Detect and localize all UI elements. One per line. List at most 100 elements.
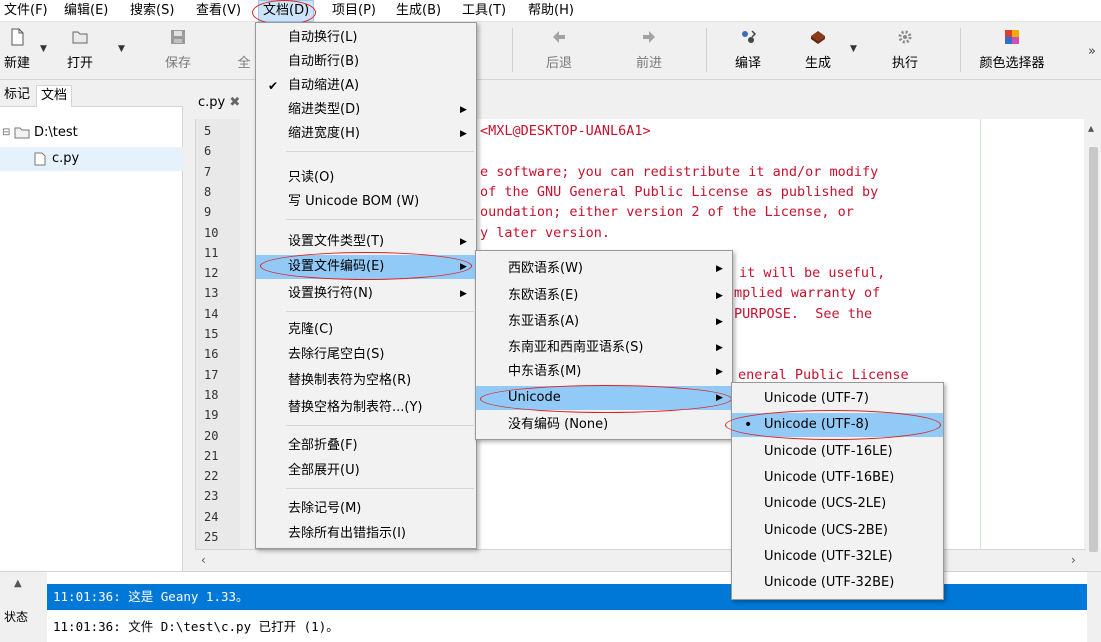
line-number: 16 bbox=[204, 347, 219, 362]
save-all-button[interactable]: 全 bbox=[234, 22, 254, 78]
line-number: 15 bbox=[204, 327, 219, 341]
scrollbar-thumb[interactable] bbox=[1089, 147, 1098, 552]
back-button[interactable]: 后退 bbox=[534, 22, 584, 78]
message-row[interactable]: 11:01:36: 文件 D:\test\c.py 已打开 (1)。 bbox=[47, 614, 1087, 640]
new-dropdown-arrow[interactable]: ▼ bbox=[40, 44, 47, 54]
compile-button[interactable]: 编译 bbox=[718, 22, 778, 78]
gears-icon bbox=[898, 30, 912, 44]
menu-item-middle-eastern[interactable]: 中东语系(M) ▶ bbox=[476, 360, 732, 384]
editor-tab-c-py[interactable]: c.py ✖ bbox=[194, 91, 244, 117]
menu-item-utf-32be[interactable]: Unicode (UTF-32BE) bbox=[732, 571, 943, 595]
tab-symbols[interactable]: 标记 bbox=[0, 85, 34, 107]
close-tab-icon[interactable]: ✖ bbox=[229, 95, 240, 110]
line-number: 14 bbox=[204, 306, 219, 321]
line-number: 5 bbox=[204, 124, 212, 138]
save-button[interactable]: 保存 bbox=[148, 22, 208, 78]
menu-item-utf-8[interactable]: • Unicode (UTF-8) bbox=[732, 413, 943, 437]
build-button[interactable]: 生成 ▼ bbox=[790, 22, 857, 78]
menubar: 文件(F) 编辑(E) 搜索(S) 查看(V) 文档(D) 项目(P) 生成(B… bbox=[0, 0, 1101, 22]
toolbar-overflow-chevron[interactable]: » bbox=[1088, 44, 1096, 59]
line-number: 7 bbox=[204, 164, 212, 179]
submenu-arrow-icon: ▶ bbox=[460, 289, 467, 299]
compile-gears-icon bbox=[742, 30, 757, 43]
new-button[interactable]: 新建 ▼ bbox=[0, 22, 47, 78]
status-tab[interactable]: 状态 bbox=[4, 608, 28, 625]
menu-item-write-bom[interactable]: 写 Unicode BOM (W) bbox=[256, 190, 476, 214]
menu-item-remove-markers[interactable]: 去除记号(M) bbox=[256, 497, 476, 521]
color-picker-button[interactable]: 颜色选择器 bbox=[972, 22, 1052, 78]
code-line: oundation; either version 2 of the Licen… bbox=[480, 204, 854, 221]
menu-tools[interactable]: 工具(T) bbox=[458, 0, 510, 22]
folder-icon bbox=[14, 127, 30, 139]
menu-item-east-asian[interactable]: 东亚语系(A) ▶ bbox=[476, 310, 732, 334]
menu-item-ucs-2be[interactable]: Unicode (UCS-2BE) bbox=[732, 519, 943, 543]
menu-separator bbox=[286, 425, 474, 426]
menu-item-read-only[interactable]: 只读(O) bbox=[256, 166, 476, 190]
tree-file-row[interactable]: c.py bbox=[0, 147, 183, 171]
menu-item-set-filetype[interactable]: 设置文件类型(T) ▶ bbox=[256, 230, 476, 254]
forward-button[interactable]: 前进 bbox=[624, 22, 674, 78]
menu-item-no-encoding[interactable]: 没有编码 (None) bbox=[476, 413, 732, 437]
long-line-marker bbox=[980, 119, 981, 549]
menu-help[interactable]: 帮助(H) bbox=[524, 0, 578, 22]
collapse-icon[interactable]: ⊟ bbox=[2, 121, 10, 145]
sidebar: 标记 文档 ⊟ D:\test c.py bbox=[0, 81, 183, 571]
scroll-up-icon[interactable]: ▴ bbox=[1088, 121, 1094, 135]
menu-item-auto-indent[interactable]: ✔ 自动缩进(A) bbox=[256, 74, 476, 98]
line-number: 10 bbox=[204, 225, 219, 240]
menu-item-strip-trailing[interactable]: 去除行尾空白(S) bbox=[256, 343, 476, 367]
tab-documents[interactable]: 文档 bbox=[36, 85, 73, 107]
menu-item-indent-width[interactable]: 缩进宽度(H) ▶ bbox=[256, 122, 476, 146]
open-dropdown-arrow[interactable]: ▼ bbox=[118, 44, 125, 54]
submenu-arrow-icon: ▶ bbox=[716, 367, 723, 377]
menu-build[interactable]: 生成(B) bbox=[392, 0, 445, 22]
checkmark-icon: ✔ bbox=[268, 79, 279, 93]
submenu-arrow-icon: ▶ bbox=[716, 393, 723, 403]
menu-item-set-encoding[interactable]: 设置文件编码(E) ▶ bbox=[256, 255, 476, 279]
menu-item-indent-type[interactable]: 缩进类型(D) ▶ bbox=[256, 98, 476, 122]
menu-edit[interactable]: 编辑(E) bbox=[60, 0, 112, 22]
menu-item-utf-32le[interactable]: Unicode (UTF-32LE) bbox=[732, 545, 943, 569]
vertical-scrollbar[interactable]: ▴ bbox=[1086, 119, 1101, 571]
menu-item-word-wrap[interactable]: 自动换行(L) bbox=[256, 26, 476, 50]
menu-item-tabs-to-spaces[interactable]: 替换制表符为空格(R) bbox=[256, 369, 476, 393]
menu-item-spaces-to-tabs[interactable]: 替换空格为制表符...(Y) bbox=[256, 396, 476, 420]
menu-item-ucs-2le[interactable]: Unicode (UCS-2LE) bbox=[732, 492, 943, 516]
menu-item-set-line-endings[interactable]: 设置换行符(N) ▶ bbox=[256, 282, 476, 306]
new-file-icon bbox=[11, 28, 24, 46]
menu-item-western-european[interactable]: 西欧语系(W) ▶ bbox=[476, 257, 732, 281]
menu-item-utf-7[interactable]: Unicode (UTF-7) bbox=[732, 387, 943, 411]
menu-item-fold-all[interactable]: 全部折叠(F) bbox=[256, 434, 476, 458]
menu-item-remove-error-indicators[interactable]: 去除所有出错指示(I) bbox=[256, 522, 476, 546]
build-dropdown-arrow[interactable]: ▼ bbox=[850, 44, 857, 54]
menu-item-eastern-european[interactable]: 东欧语系(E) ▶ bbox=[476, 284, 732, 308]
tree-folder-row[interactable]: ⊟ D:\test bbox=[0, 121, 183, 145]
line-number: 25 bbox=[204, 530, 219, 544]
folder-icon bbox=[72, 31, 88, 44]
horizontal-scrollbar[interactable]: ‹ › bbox=[195, 549, 1086, 571]
scroll-right-icon[interactable]: › bbox=[1071, 553, 1076, 567]
panel-up-icon[interactable]: ▲ bbox=[14, 578, 22, 589]
menu-search[interactable]: 搜索(S) bbox=[126, 0, 178, 22]
menu-item-line-breaking[interactable]: 自动断行(B) bbox=[256, 50, 476, 74]
menu-item-utf-16le[interactable]: Unicode (UTF-16LE) bbox=[732, 440, 943, 464]
menu-item-utf-16be[interactable]: Unicode (UTF-16BE) bbox=[732, 466, 943, 490]
scroll-left-icon[interactable]: ‹ bbox=[201, 553, 206, 567]
menu-document[interactable]: 文档(D) bbox=[258, 0, 315, 22]
menu-file[interactable]: 文件(F) bbox=[0, 0, 52, 22]
code-line: <MXL@DESKTOP-UANL6A1> bbox=[480, 123, 651, 139]
line-number: 21 bbox=[204, 448, 219, 463]
line-number: 6 bbox=[204, 144, 212, 159]
file-icon bbox=[34, 152, 46, 166]
toolbar-separator bbox=[706, 28, 707, 72]
menu-view[interactable]: 查看(V) bbox=[192, 0, 245, 22]
execute-button[interactable]: 执行 bbox=[880, 22, 930, 78]
menu-project[interactable]: 项目(P) bbox=[328, 0, 380, 22]
menu-item-south-asian[interactable]: 东南亚和西南亚语系(S) ▶ bbox=[476, 336, 732, 360]
menu-item-unicode[interactable]: Unicode ▶ bbox=[476, 386, 732, 410]
menu-item-clone[interactable]: 克隆(C) bbox=[256, 318, 476, 342]
color-palette-icon bbox=[1005, 30, 1019, 44]
open-button[interactable]: 打开 ▼ bbox=[60, 22, 125, 78]
submenu-arrow-icon: ▶ bbox=[460, 262, 467, 272]
menu-item-unfold-all[interactable]: 全部展开(U) bbox=[256, 459, 476, 483]
